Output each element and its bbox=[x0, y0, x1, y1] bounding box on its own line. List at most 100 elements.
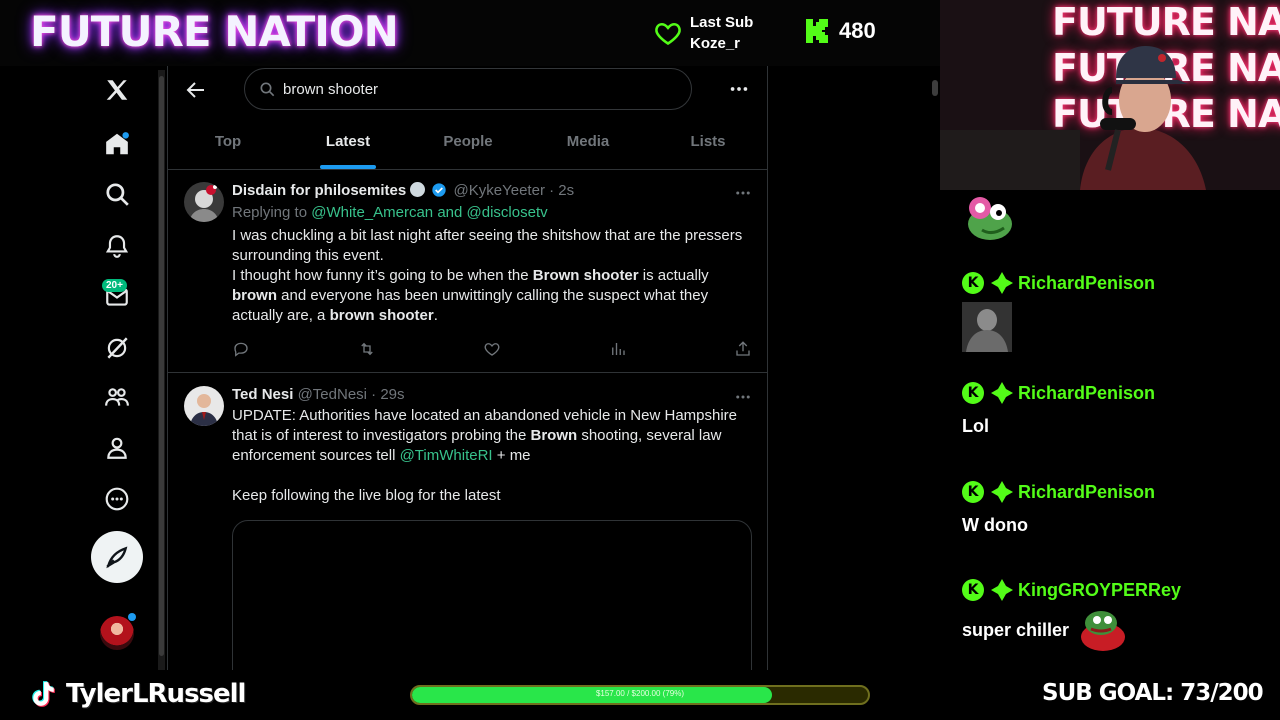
tab-latest[interactable]: Latest bbox=[288, 114, 408, 169]
mention-link[interactable]: @TimWhiteRI bbox=[400, 447, 493, 464]
communities-link[interactable] bbox=[97, 378, 137, 418]
bell-icon bbox=[105, 235, 129, 258]
compose-post-button[interactable] bbox=[91, 531, 143, 583]
messages-badge: 20+ bbox=[102, 279, 127, 292]
tweet[interactable]: Disdain for philosemites @KykeYeeter · 2… bbox=[168, 170, 768, 373]
kick-badge-icon: K bbox=[962, 272, 984, 294]
affiliate-badge-icon bbox=[410, 182, 426, 197]
donation-goal-bar: $157.00 / $200.00 (79%) bbox=[410, 685, 870, 705]
replying-to-label: Replying to bbox=[232, 204, 308, 221]
tab-label: Lists bbox=[690, 133, 726, 150]
pepe-emote-icon bbox=[968, 197, 1012, 240]
media-card[interactable] bbox=[232, 520, 752, 670]
search-input[interactable] bbox=[283, 80, 663, 98]
back-arrow-icon[interactable] bbox=[184, 78, 208, 102]
home-link[interactable] bbox=[97, 124, 137, 164]
mention-link[interactable]: @disclosetv bbox=[467, 204, 548, 221]
tweet-more-icon[interactable] bbox=[734, 388, 752, 406]
page-scrollbar[interactable] bbox=[930, 70, 940, 670]
chat-username[interactable]: RichardPenison bbox=[1018, 482, 1155, 503]
tweet-more-icon[interactable] bbox=[734, 184, 752, 202]
explore-link[interactable] bbox=[97, 174, 137, 214]
chat-message: K KingGROYPERRey super chiller bbox=[962, 577, 1181, 653]
chat-message-body: super chiller bbox=[962, 619, 1070, 640]
like-icon[interactable] bbox=[483, 340, 501, 358]
tweet-avatar[interactable] bbox=[184, 182, 224, 222]
stream-bottom-bar: TylerLRussell $157.00 / $200.00 (79%) SU… bbox=[0, 670, 1280, 720]
chat-emote-message bbox=[962, 194, 1014, 247]
last-sub-widget: Last Sub Koze_r bbox=[654, 12, 753, 54]
mention-link[interactable]: @White_Amercan bbox=[311, 204, 433, 221]
search-box[interactable] bbox=[244, 68, 692, 110]
diamond-badge-icon bbox=[991, 382, 1013, 404]
x-logo-icon bbox=[106, 80, 128, 100]
more-circle-icon bbox=[105, 487, 129, 511]
last-sub-label: Last Sub bbox=[690, 14, 754, 31]
search-results-column: Top Latest People Media Lists Disdain fo… bbox=[167, 66, 768, 670]
search-icon bbox=[106, 183, 129, 206]
tweet-handle[interactable]: @TedNesi bbox=[298, 386, 367, 403]
tab-people[interactable]: People bbox=[408, 114, 528, 169]
more-options-icon[interactable] bbox=[728, 78, 750, 100]
pepe-emote-icon bbox=[1081, 611, 1126, 651]
chat-username[interactable]: RichardPenison bbox=[1018, 273, 1155, 294]
search-tabs: Top Latest People Media Lists bbox=[168, 114, 768, 170]
webcam-feed: FUTURE NATION FUTURE NATION FUTURE NATIO… bbox=[940, 0, 1280, 190]
notifications-link[interactable] bbox=[97, 226, 137, 266]
grok-link[interactable] bbox=[97, 328, 137, 368]
chat-message: K RichardPenison Lol bbox=[962, 380, 1155, 437]
tiktok-icon bbox=[32, 681, 55, 707]
home-icon bbox=[106, 132, 129, 155]
share-icon[interactable] bbox=[734, 340, 752, 358]
tweet-text: UPDATE: Authorities have located an aban… bbox=[232, 406, 754, 506]
chat-message: K RichardPenison W dono bbox=[962, 479, 1155, 536]
tweet-handle[interactable]: @KykeYeeter bbox=[454, 182, 545, 199]
chat-message-text: super chiller bbox=[962, 607, 1181, 653]
tab-label: Latest bbox=[325, 133, 371, 150]
more-link[interactable] bbox=[97, 479, 137, 519]
streamer-figure bbox=[940, 46, 1206, 190]
tab-label: Top bbox=[214, 133, 242, 150]
kick-count-value: 480 bbox=[839, 18, 876, 43]
profile-link[interactable] bbox=[97, 428, 137, 468]
tab-lists[interactable]: Lists bbox=[648, 114, 768, 169]
tweet-time[interactable]: 2s bbox=[558, 182, 574, 199]
tweet[interactable]: Ted Nesi @TedNesi · 29s UPDATE: Authorit… bbox=[168, 374, 768, 670]
chat-username[interactable]: KingGROYPERRey bbox=[1018, 580, 1181, 601]
kick-badge-icon: K bbox=[962, 382, 984, 404]
account-avatar[interactable] bbox=[100, 616, 134, 650]
verified-badge-icon bbox=[432, 183, 447, 197]
tab-top[interactable]: Top bbox=[168, 114, 288, 169]
kick-follower-count: 480 bbox=[805, 18, 876, 44]
chat-message-text: Lol bbox=[962, 416, 1155, 437]
tweet-text: I was chuckling a bit last night after s… bbox=[232, 226, 754, 326]
retweet-icon[interactable] bbox=[358, 340, 376, 358]
tweet-avatar[interactable] bbox=[184, 386, 224, 426]
views-icon[interactable] bbox=[609, 340, 627, 358]
last-sub-user: Koze_r bbox=[690, 35, 741, 52]
chat-message-body: Lol bbox=[962, 416, 989, 436]
active-tab-indicator bbox=[320, 165, 376, 169]
x-logo-link[interactable] bbox=[97, 70, 137, 110]
kick-badge-icon: K bbox=[962, 481, 984, 503]
reply-icon[interactable] bbox=[232, 340, 250, 358]
tweet-author-name[interactable]: Ted Nesi bbox=[232, 386, 293, 403]
tweet-paragraph: UPDATE: Authorities have located an aban… bbox=[232, 407, 738, 464]
tweet-author-name[interactable]: Disdain for philosemites bbox=[232, 182, 406, 199]
chat-message-body: W dono bbox=[962, 515, 1028, 535]
kick-logo-icon bbox=[806, 19, 828, 43]
chat-username[interactable]: RichardPenison bbox=[1018, 383, 1155, 404]
nav-scrollbar[interactable] bbox=[158, 70, 165, 670]
chat-message-text bbox=[962, 302, 1155, 352]
tweet-actions bbox=[232, 340, 752, 360]
twitter-window: 20+ Top Latest People Media bbox=[0, 66, 940, 670]
diamond-badge-icon bbox=[991, 481, 1013, 503]
tweet-time[interactable]: 29s bbox=[380, 386, 404, 403]
future-nation-logo: FUTURE NATION bbox=[30, 7, 399, 56]
communities-icon bbox=[105, 388, 129, 406]
tab-media[interactable]: Media bbox=[528, 114, 648, 169]
replying-to: Replying to @White_Amercan and @disclose… bbox=[232, 202, 754, 224]
sub-goal-text: SUB GOAL: 73/200 bbox=[1042, 680, 1264, 706]
stream-header: FUTURE NATION Last Sub Koze_r 480 bbox=[0, 0, 940, 66]
tweet-paragraph: Keep following the live blog for the lat… bbox=[232, 487, 501, 504]
